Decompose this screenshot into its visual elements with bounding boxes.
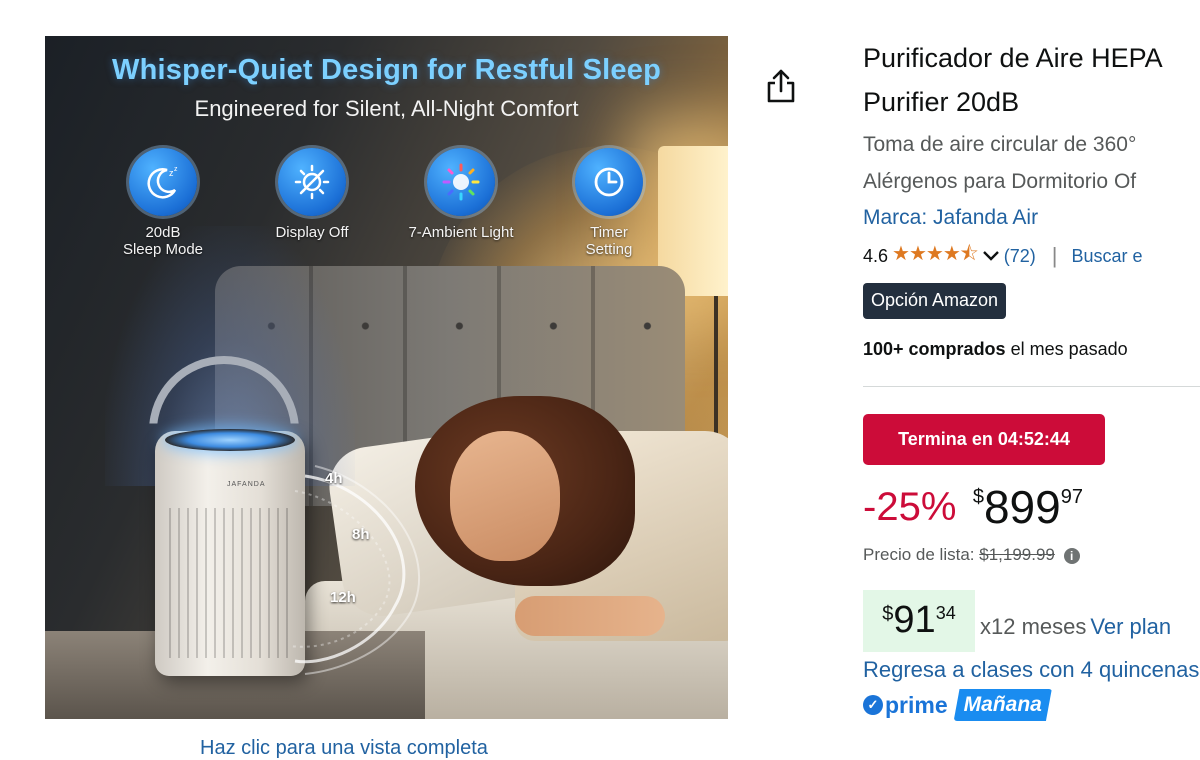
feature-label-line1: 20dB <box>145 224 181 241</box>
view-plan-link[interactable]: Ver plan <box>1090 614 1171 639</box>
feature-label-line1: Timer <box>590 224 628 241</box>
sleeping-woman-arm <box>515 596 665 636</box>
price-whole: 899 <box>983 481 1061 533</box>
prime-delivery-row: ✓ prime Mañana <box>863 686 1052 724</box>
installment-price-badge: $91 34 <box>863 590 975 652</box>
product-subtitle-line1: Toma de aire circular de 360° <box>863 133 1137 156</box>
bought-count: 100+ comprados <box>863 339 1006 359</box>
promo-link[interactable]: Regresa a clases con 4 quincenas <box>863 657 1199 683</box>
purifier-grille <box>169 508 291 658</box>
search-link[interactable]: Buscar e <box>1071 246 1142 267</box>
bought-past-month: 100+ comprados el mes pasado <box>863 339 1200 360</box>
rating-row: 4.6 ★★★★⯪ (72) | Buscar e <box>863 236 1200 276</box>
list-price: Precio de lista: $1,199.99 i <box>863 545 1080 565</box>
list-price-value: $1,199.99 <box>979 545 1055 564</box>
chevron-down-icon[interactable] <box>982 246 1000 267</box>
timer-label-4h: 4h <box>325 470 343 487</box>
amazon-choice-badge: Opción Amazon <box>863 283 1007 319</box>
installment-symbol: $ <box>882 603 894 625</box>
moon-sleep-icon: z z <box>129 148 197 216</box>
feature-display-off: Display Off <box>242 148 382 241</box>
discount-percent: -25% <box>863 485 957 529</box>
timer-label-8h: 8h <box>352 526 370 543</box>
air-purifier-device: JAFANDA <box>149 356 305 676</box>
feature-timer: Timer Setting <box>539 148 679 258</box>
star-rating-icon[interactable]: ★★★★⯪ <box>892 239 979 273</box>
price-fraction: 97 <box>1060 486 1083 508</box>
installment-fraction: 34 <box>935 603 956 623</box>
installment-whole: 91 <box>893 599 936 641</box>
display-off-icon <box>278 148 346 216</box>
installment-months: x12 meses <box>980 614 1087 639</box>
ambient-light-icon <box>427 148 495 216</box>
price-row: -25% $89997 <box>863 476 1083 536</box>
list-price-label: Precio de lista: <box>863 545 975 564</box>
share-icon[interactable] <box>764 68 798 104</box>
purifier-brand-text: JAFANDA <box>227 481 266 488</box>
product-main-image[interactable]: JAFANDA 4h 8h 12h Whisper-Quiet Design f… <box>45 36 728 719</box>
feature-label-line1: Display Off <box>275 224 349 241</box>
feature-sleep-mode: z z 20dB Sleep Mode <box>93 148 233 258</box>
product-title-line1: Purificador de Aire HEPA <box>863 43 1163 73</box>
brand-link[interactable]: Marca: Jafanda Air <box>863 200 1038 236</box>
feature-label-line2: Sleep Mode <box>122 241 204 258</box>
product-subtitle-line2: Alérgenos para Dormitorio Of <box>863 170 1137 193</box>
divider <box>863 386 1200 387</box>
feature-ambient-light: 7-Ambient Light <box>391 148 531 241</box>
info-icon[interactable]: i <box>1063 547 1080 564</box>
check-icon: ✓ <box>863 695 883 715</box>
image-headline: Whisper-Quiet Design for Restful Sleep <box>112 54 661 86</box>
installment-terms: x12 meses Ver plan <box>980 614 1171 640</box>
rating-count-link[interactable]: (72) <box>1004 246 1036 267</box>
image-subheadline: Engineered for Silent, All-Night Comfort <box>194 96 579 121</box>
delivery-date-badge: Mañana <box>953 689 1052 721</box>
price-symbol: $ <box>972 486 984 508</box>
prime-logo: ✓ prime <box>863 692 948 719</box>
product-title-line2: Purifier 20dB <box>863 87 1020 117</box>
deal-timer-badge: Termina en 04:52:44 <box>863 414 1105 465</box>
full-view-link[interactable]: Haz clic para una vista completa <box>200 737 488 760</box>
prime-label: prime <box>885 691 948 718</box>
feature-label-line2: Setting <box>585 241 633 258</box>
current-price: $89997 <box>973 476 1083 538</box>
feature-label-line1: 7-Ambient Light <box>408 224 514 241</box>
clock-icon <box>575 148 643 216</box>
airflow-swirl <box>289 465 421 675</box>
svg-text:z: z <box>174 166 178 173</box>
separator: | <box>1051 243 1058 268</box>
product-info-column: Purificador de Aire HEPA Purifier 20dB T… <box>863 36 1200 360</box>
rating-value: 4.6 <box>863 245 889 266</box>
sleeping-woman-face <box>450 431 560 561</box>
timer-label-12h: 12h <box>330 589 356 606</box>
bought-period: el mes pasado <box>1005 339 1128 359</box>
purifier-top-light <box>165 429 295 451</box>
